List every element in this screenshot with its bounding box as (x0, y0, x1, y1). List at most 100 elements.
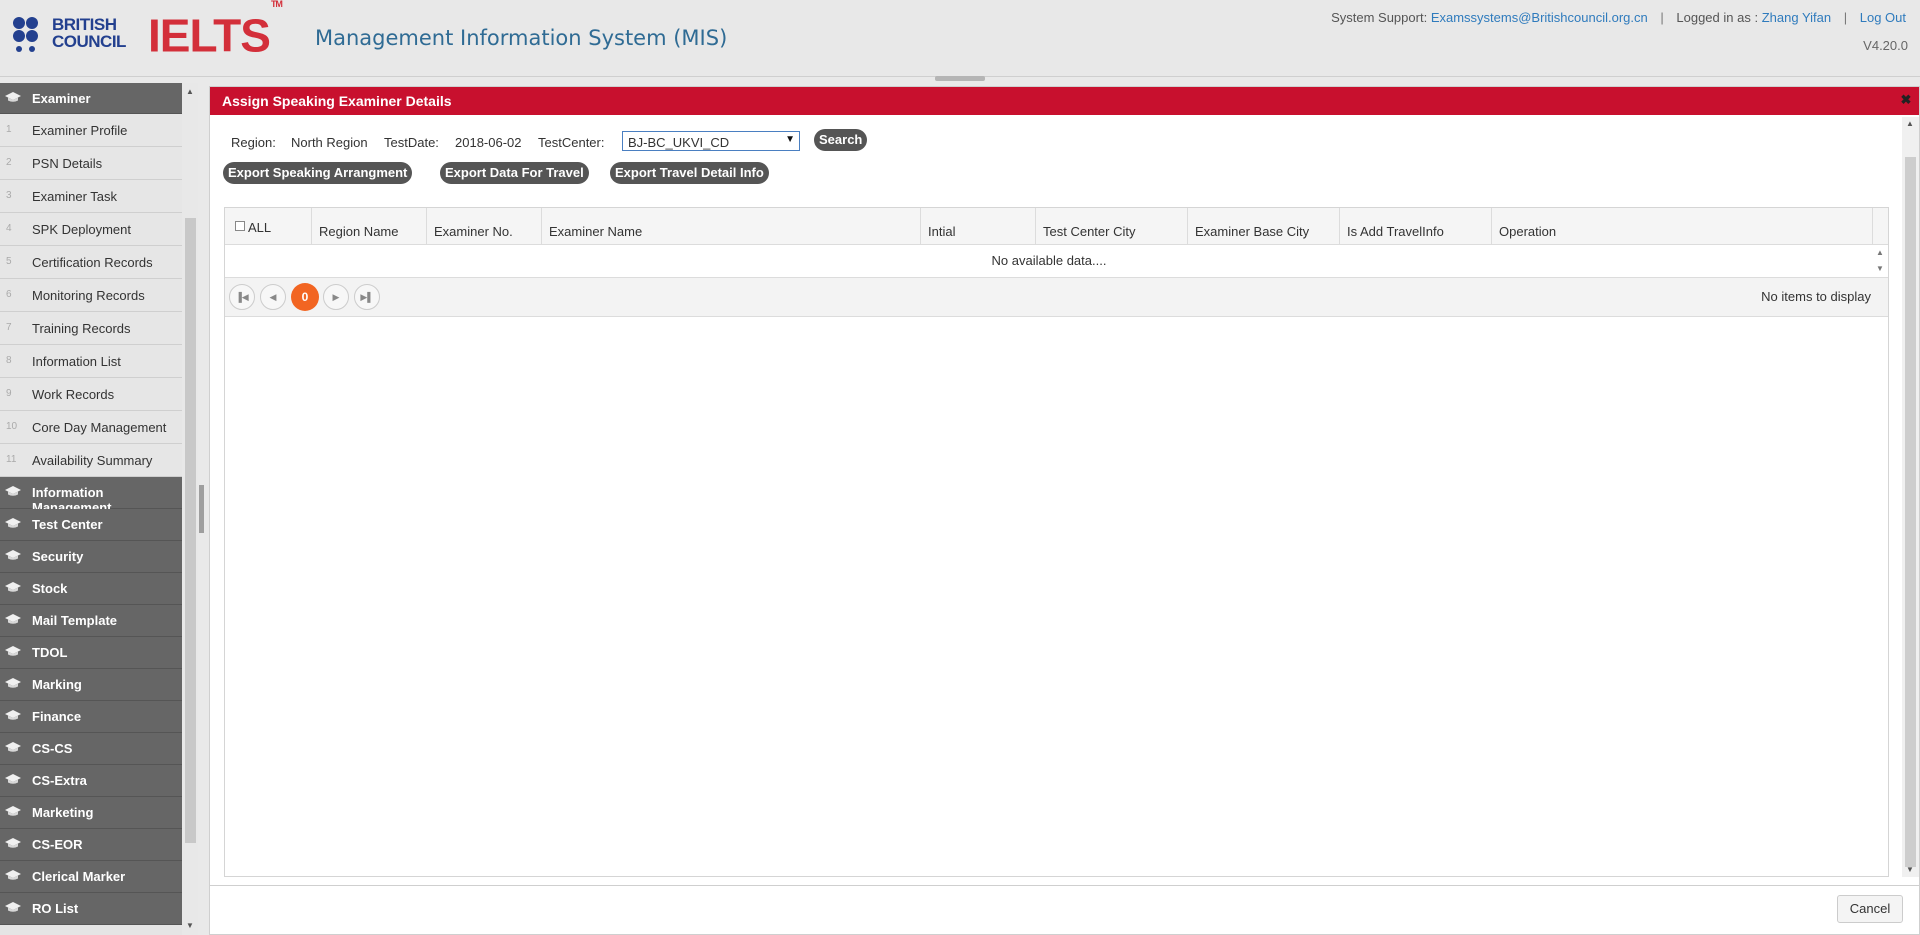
graduation-cap-icon (5, 582, 21, 592)
cancel-button[interactable]: Cancel (1837, 895, 1903, 923)
graduation-cap-icon (5, 710, 21, 720)
testcenter-select[interactable]: BJ-BC_UKVI_CD ▼ (622, 131, 800, 151)
sidebar-nav: Examiner 1 Examiner Profile 2 PSN Details 3 Ex… (0, 83, 182, 935)
scrollbar-thumb[interactable] (185, 218, 196, 843)
sidebar-scrollbar[interactable]: ▲ ▼ (182, 83, 198, 935)
sidebar-category-clerical-marker[interactable]: Clerical Marker (0, 861, 182, 893)
column-label: Examiner Name (549, 224, 643, 239)
column-header-examiner-name[interactable]: Examiner Name (542, 208, 921, 244)
sidebar-category-label: Security (32, 549, 84, 564)
sidebar-item-monitoring-records[interactable]: 6 Monitoring Records (0, 279, 182, 312)
sidebar-item-number: 10 (6, 421, 18, 432)
column-header-operation[interactable]: Operation (1492, 208, 1873, 244)
sidebar-category-label: CS-CS (32, 741, 73, 756)
sidebar-item-psn-details[interactable]: 2 PSN Details (0, 147, 182, 180)
sidebar-item-certification-records[interactable]: 5 Certification Records (0, 246, 182, 279)
sidebar-item-label: Monitoring Records (32, 288, 145, 303)
scroll-down-icon[interactable]: ▼ (185, 921, 195, 931)
logo-line-1: BRITISH (52, 15, 117, 34)
sidebar-category-cs-extra[interactable]: CS-Extra (0, 765, 182, 797)
column-label: Region Name (319, 224, 399, 239)
column-header-test-center-city[interactable]: Test Center City (1036, 208, 1188, 244)
graduation-cap-icon (5, 902, 21, 912)
sidebar-category-cs-eor[interactable]: CS-EOR (0, 829, 182, 861)
grid-scrollbar[interactable]: ▲ ▼ (1873, 245, 1888, 277)
sidebar-category-marketing[interactable]: Marketing (0, 797, 182, 829)
logo-line-2: COUNCIL (52, 32, 126, 51)
british-council-wordmark: BRITISH COUNCIL (52, 16, 126, 50)
sidebar-item-examiner-task[interactable]: 3 Examiner Task (0, 180, 182, 213)
current-page-button[interactable]: 0 (291, 283, 319, 311)
sidebar-category-marking[interactable]: Marking (0, 669, 182, 701)
graduation-cap-icon (5, 486, 21, 496)
sidebar-category-label: Clerical Marker (32, 869, 126, 884)
select-all-checkbox[interactable] (235, 221, 245, 231)
support-email-link[interactable]: Examssystems@Britishcouncil.org.cn (1431, 10, 1648, 25)
sidebar-item-training-records[interactable]: 7 Training Records (0, 312, 182, 345)
graduation-cap-icon (5, 742, 21, 752)
first-page-icon[interactable]: ▐◀ (229, 284, 255, 310)
version-label: V4.20.0 (1863, 38, 1908, 53)
scrollbar-thumb[interactable] (1905, 157, 1916, 867)
last-page-icon[interactable]: ▶▌ (354, 284, 380, 310)
sidebar-item-work-records[interactable]: 9 Work Records (0, 378, 182, 411)
sidebar-item-label: Availability Summary (32, 453, 153, 468)
sidebar-category-test-center[interactable]: Test Center (0, 509, 182, 541)
sidebar-item-number: 1 (6, 124, 12, 135)
column-label: Test Center City (1043, 224, 1136, 239)
export-travel-detail-info-button[interactable]: Export Travel Detail Info (610, 162, 769, 184)
sidebar-category-information-management[interactable]: Information Management (0, 477, 182, 515)
scroll-up-icon[interactable]: ▲ (1876, 248, 1884, 257)
sidebar-category-label: Test Center (32, 517, 103, 532)
sidebar-item-label: SPK Deployment (32, 222, 131, 237)
search-button[interactable]: Search (814, 129, 868, 151)
column-header-intial[interactable]: Intial (921, 208, 1036, 244)
scroll-up-icon[interactable]: ▲ (185, 87, 195, 97)
column-header-is-add-travelinfo[interactable]: Is Add TravelInfo (1340, 208, 1492, 244)
sidebar-item-examiner-profile[interactable]: 1 Examiner Profile (0, 114, 182, 147)
british-council-logo: BRITISH COUNCIL (12, 16, 132, 52)
scroll-down-icon[interactable]: ▼ (1876, 264, 1884, 273)
sidebar-category-security[interactable]: Security (0, 541, 182, 573)
ielts-wordmark: IELTS (148, 9, 271, 62)
examiner-grid: ALL Region Name Examiner No. Examiner Na… (224, 207, 1889, 877)
sidebar-category-label: CS-EOR (32, 837, 83, 852)
chevron-down-icon: ▼ (785, 134, 795, 145)
sidebar-item-availability-summary[interactable]: 11 Availability Summary (0, 444, 182, 477)
close-icon[interactable]: ✖ (1899, 93, 1913, 107)
app-title: Management Information System (MIS) (315, 26, 728, 50)
previous-page-icon[interactable]: ◀ (260, 284, 286, 310)
sidebar-category-cs-cs[interactable]: CS-CS (0, 733, 182, 765)
column-header-all[interactable]: ALL (225, 208, 312, 244)
column-header-examiner-no[interactable]: Examiner No. (427, 208, 542, 244)
sidebar-resize-handle[interactable] (199, 485, 204, 533)
testdate-label: TestDate: (384, 135, 439, 150)
export-data-for-travel-button[interactable]: Export Data For Travel (440, 162, 589, 184)
logout-link[interactable]: Log Out (1860, 10, 1906, 25)
column-header-region-name[interactable]: Region Name (312, 208, 427, 244)
sidebar-category-finance[interactable]: Finance (0, 701, 182, 733)
column-label: Operation (1499, 224, 1557, 239)
sidebar-category-examiner[interactable]: Examiner (0, 83, 182, 114)
scroll-up-icon[interactable]: ▲ (1906, 119, 1914, 128)
sidebar-category-ro-list[interactable]: RO List (0, 893, 182, 925)
graduation-cap-icon (5, 678, 21, 688)
dialog-scrollbar[interactable]: ▲ ▼ (1902, 117, 1919, 877)
sidebar-category-tdol[interactable]: TDOL (0, 637, 182, 669)
sidebar-item-spk-deployment[interactable]: 4 SPK Deployment (0, 213, 182, 246)
sidebar-category-mail-template[interactable]: Mail Template (0, 605, 182, 637)
column-header-examiner-base-city[interactable]: Examiner Base City (1188, 208, 1340, 244)
sidebar-category-stock[interactable]: Stock (0, 573, 182, 605)
user-name-link[interactable]: Zhang Yifan (1762, 10, 1831, 25)
sidebar-item-label: Examiner Profile (32, 123, 128, 138)
graduation-cap-icon (5, 774, 21, 784)
next-page-icon[interactable]: ▶ (323, 284, 349, 310)
header-collapse-handle[interactable] (935, 76, 985, 81)
grid-pager: ▐◀ ◀ 0 ▶ ▶▌ No items to display (225, 277, 1888, 317)
export-speaking-arrangement-button[interactable]: Export Speaking Arrangment (223, 162, 413, 184)
sidebar-item-information-list[interactable]: 8 Information List (0, 345, 182, 378)
british-council-dots-icon (13, 17, 38, 52)
sidebar-item-core-day-management[interactable]: 10 Core Day Management (0, 411, 182, 444)
scroll-down-icon[interactable]: ▼ (1906, 865, 1914, 874)
divider: | (1660, 10, 1664, 25)
